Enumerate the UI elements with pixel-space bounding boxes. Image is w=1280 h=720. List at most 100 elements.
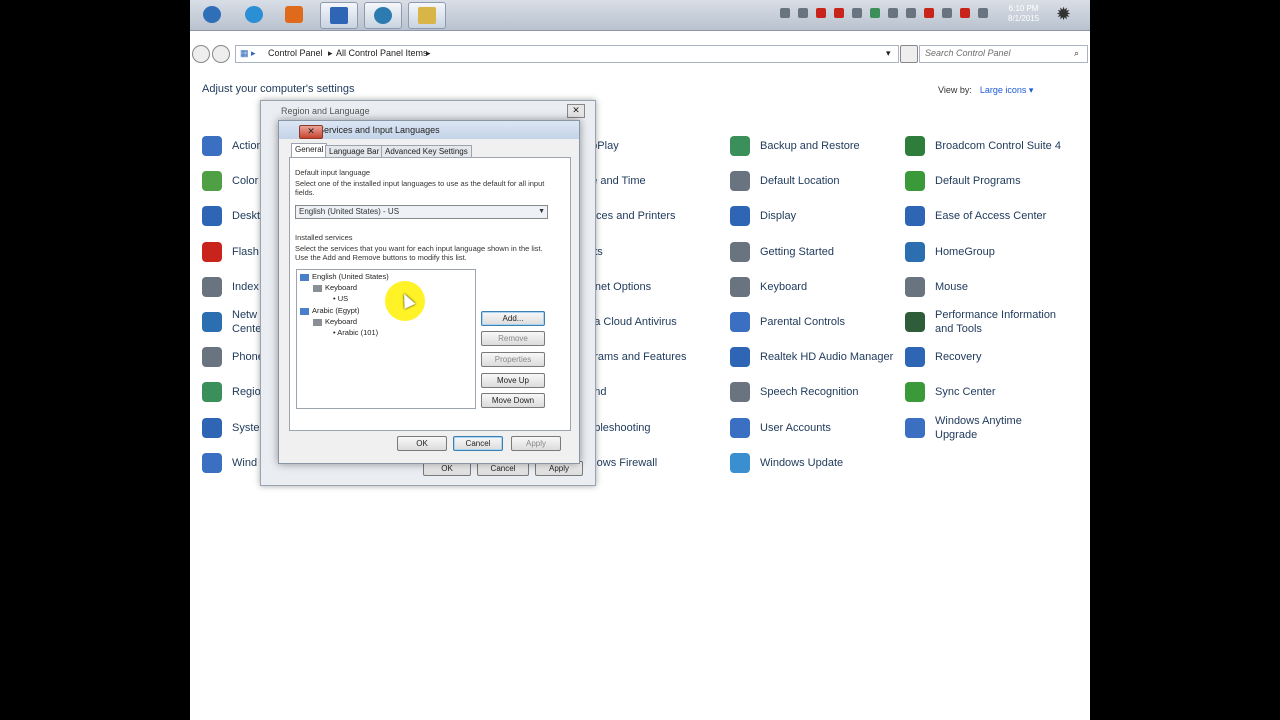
start-button[interactable] xyxy=(194,2,230,27)
cp-item-label: Syste xyxy=(232,421,260,434)
cp-item-icon xyxy=(905,241,925,262)
breadcrumb-all-items[interactable]: All Control Panel Items xyxy=(336,48,428,58)
taskbar-explorer-button[interactable] xyxy=(408,2,446,29)
tray-icon[interactable] xyxy=(942,8,952,18)
taskbar-window-button[interactable] xyxy=(320,2,358,29)
cp-item-label: Display xyxy=(760,210,797,223)
tree-node-arabic[interactable]: Arabic (Egypt) xyxy=(300,306,360,315)
default-language-desc: Select one of the installed input langua… xyxy=(295,179,545,197)
cp-item-icon xyxy=(905,417,925,438)
cp-item-icon xyxy=(730,382,750,403)
taskbar-ie-button[interactable] xyxy=(236,2,272,27)
breadcrumb-separator-icon: ▸ xyxy=(328,48,333,58)
tree-node-keyboard[interactable]: Keyboard xyxy=(313,283,357,292)
default-language-select[interactable]: English (United States) - US ▼ xyxy=(295,205,548,219)
tree-node-us[interactable]: • US xyxy=(333,294,348,303)
tree-node-label: Keyboard xyxy=(325,283,358,292)
breadcrumb-control-panel[interactable]: Control Panel xyxy=(268,48,323,58)
tab-general[interactable]: General xyxy=(291,143,328,158)
cp-item-icon xyxy=(905,276,925,297)
close-icon[interactable]: ✕ xyxy=(299,125,323,139)
tree-node-keyboard[interactable]: Keyboard xyxy=(313,317,357,326)
page-title: Adjust your computer's settings xyxy=(202,83,355,95)
search-icon: ⌕ xyxy=(1074,48,1080,58)
cp-item-label: nda Cloud Antivirus xyxy=(582,316,677,328)
address-bar: ▦ ▸ Control Panel ▸ All Control Panel It… xyxy=(190,44,1090,64)
cancel-button[interactable]: Cancel xyxy=(453,436,503,451)
forward-button[interactable] xyxy=(212,45,230,63)
cp-item-label: Realtek HD Audio Manager xyxy=(760,351,894,364)
chevron-down-icon[interactable]: ▾ xyxy=(886,48,891,59)
move-down-button[interactable]: Move Down xyxy=(481,393,545,408)
apply-button[interactable]: Apply xyxy=(511,436,561,451)
tray-icon[interactable] xyxy=(924,8,934,18)
cp-item-icon xyxy=(730,171,750,192)
tray-icon[interactable] xyxy=(906,8,916,18)
ok-button[interactable]: OK xyxy=(397,436,447,451)
cp-item-label: Action xyxy=(232,140,263,152)
clock[interactable]: 6:10 PM 8/1/2015 xyxy=(1008,4,1039,24)
tree-node-label: Arabic (Egypt) xyxy=(312,306,360,315)
tray-icon[interactable] xyxy=(870,8,880,18)
services-tree[interactable]: English (United States) Keyboard • US Ar… xyxy=(296,269,476,409)
start-orb-icon xyxy=(203,6,221,23)
cp-item-icon xyxy=(730,276,750,297)
add-button[interactable]: Add... xyxy=(481,311,545,326)
cp-item-label: Wind xyxy=(232,456,258,469)
cp-item-icon xyxy=(730,417,750,438)
keyboard-icon xyxy=(313,318,322,326)
tree-node-label: English (United States) xyxy=(312,272,389,281)
cp-item-label: evices and Printers xyxy=(582,210,676,223)
tray-icon[interactable] xyxy=(852,8,862,18)
cp-item-label: Regio xyxy=(232,386,261,399)
tree-node-arabic-101[interactable]: • Arabic (101) xyxy=(333,328,378,337)
keyboard-icon xyxy=(313,284,322,292)
gear-icon[interactable]: ✹ xyxy=(1056,4,1071,25)
media-player-icon xyxy=(285,6,303,23)
volume-icon[interactable] xyxy=(978,8,988,18)
outer-close-button[interactable]: ✕ xyxy=(567,104,585,118)
cp-item-icon xyxy=(730,206,750,227)
tray-icon[interactable] xyxy=(780,8,790,18)
folder-icon xyxy=(418,7,436,24)
tray-icon[interactable] xyxy=(888,8,898,18)
cp-item-icon xyxy=(202,136,222,156)
move-up-button[interactable]: Move Up xyxy=(481,373,545,388)
remove-button[interactable]: Remove xyxy=(481,331,545,346)
properties-button[interactable]: Properties xyxy=(481,352,545,367)
search-input[interactable]: Search Control Panel ⌕ xyxy=(919,45,1088,63)
cp-item-label: Sync Center xyxy=(935,386,996,399)
view-by-dropdown[interactable]: Large icons ▾ xyxy=(980,85,1034,95)
tray-icon[interactable] xyxy=(816,8,826,18)
system-tray xyxy=(702,4,1042,26)
cp-item-label: Keyboard xyxy=(760,280,808,293)
cp-item-label: Getting Started xyxy=(760,245,834,258)
cp-item-icon xyxy=(730,347,750,368)
taskbar-media-button[interactable] xyxy=(276,2,312,27)
internet-explorer-icon xyxy=(245,6,263,23)
cp-item-label: Broadcom Control Suite 4 xyxy=(935,140,1061,152)
cp-item-icon xyxy=(202,206,222,227)
taskbar-network-button[interactable] xyxy=(364,2,402,29)
tray-icon[interactable] xyxy=(960,8,970,18)
tree-node-label: Arabic (101) xyxy=(337,328,379,337)
language-icon xyxy=(300,273,309,281)
cp-item-label: Flash xyxy=(232,245,259,258)
back-button[interactable] xyxy=(192,45,210,63)
tray-icon[interactable] xyxy=(834,8,844,18)
tree-node-english[interactable]: English (United States) xyxy=(300,272,389,281)
cp-item-label: ograms and Features xyxy=(582,351,687,364)
refresh-button[interactable] xyxy=(900,45,918,63)
cp-item-label: Windows Anytime Upgrade xyxy=(935,414,1022,441)
breadcrumb[interactable]: ▦ ▸ Control Panel ▸ All Control Panel It… xyxy=(235,45,899,63)
cp-item-icon xyxy=(730,312,750,332)
control-panel-icon: ▦ ▸ xyxy=(240,48,256,58)
chevron-down-icon: ▼ xyxy=(538,208,545,215)
tray-icon[interactable] xyxy=(798,8,808,18)
text-services-dialog: Text Services and Input Languages ✕ Gene… xyxy=(278,120,580,464)
language-icon xyxy=(300,307,309,315)
cp-item-icon xyxy=(202,276,222,297)
installed-services-label: Installed services xyxy=(295,233,353,242)
cp-item-icon xyxy=(905,206,925,227)
cp-item-icon xyxy=(905,347,925,368)
